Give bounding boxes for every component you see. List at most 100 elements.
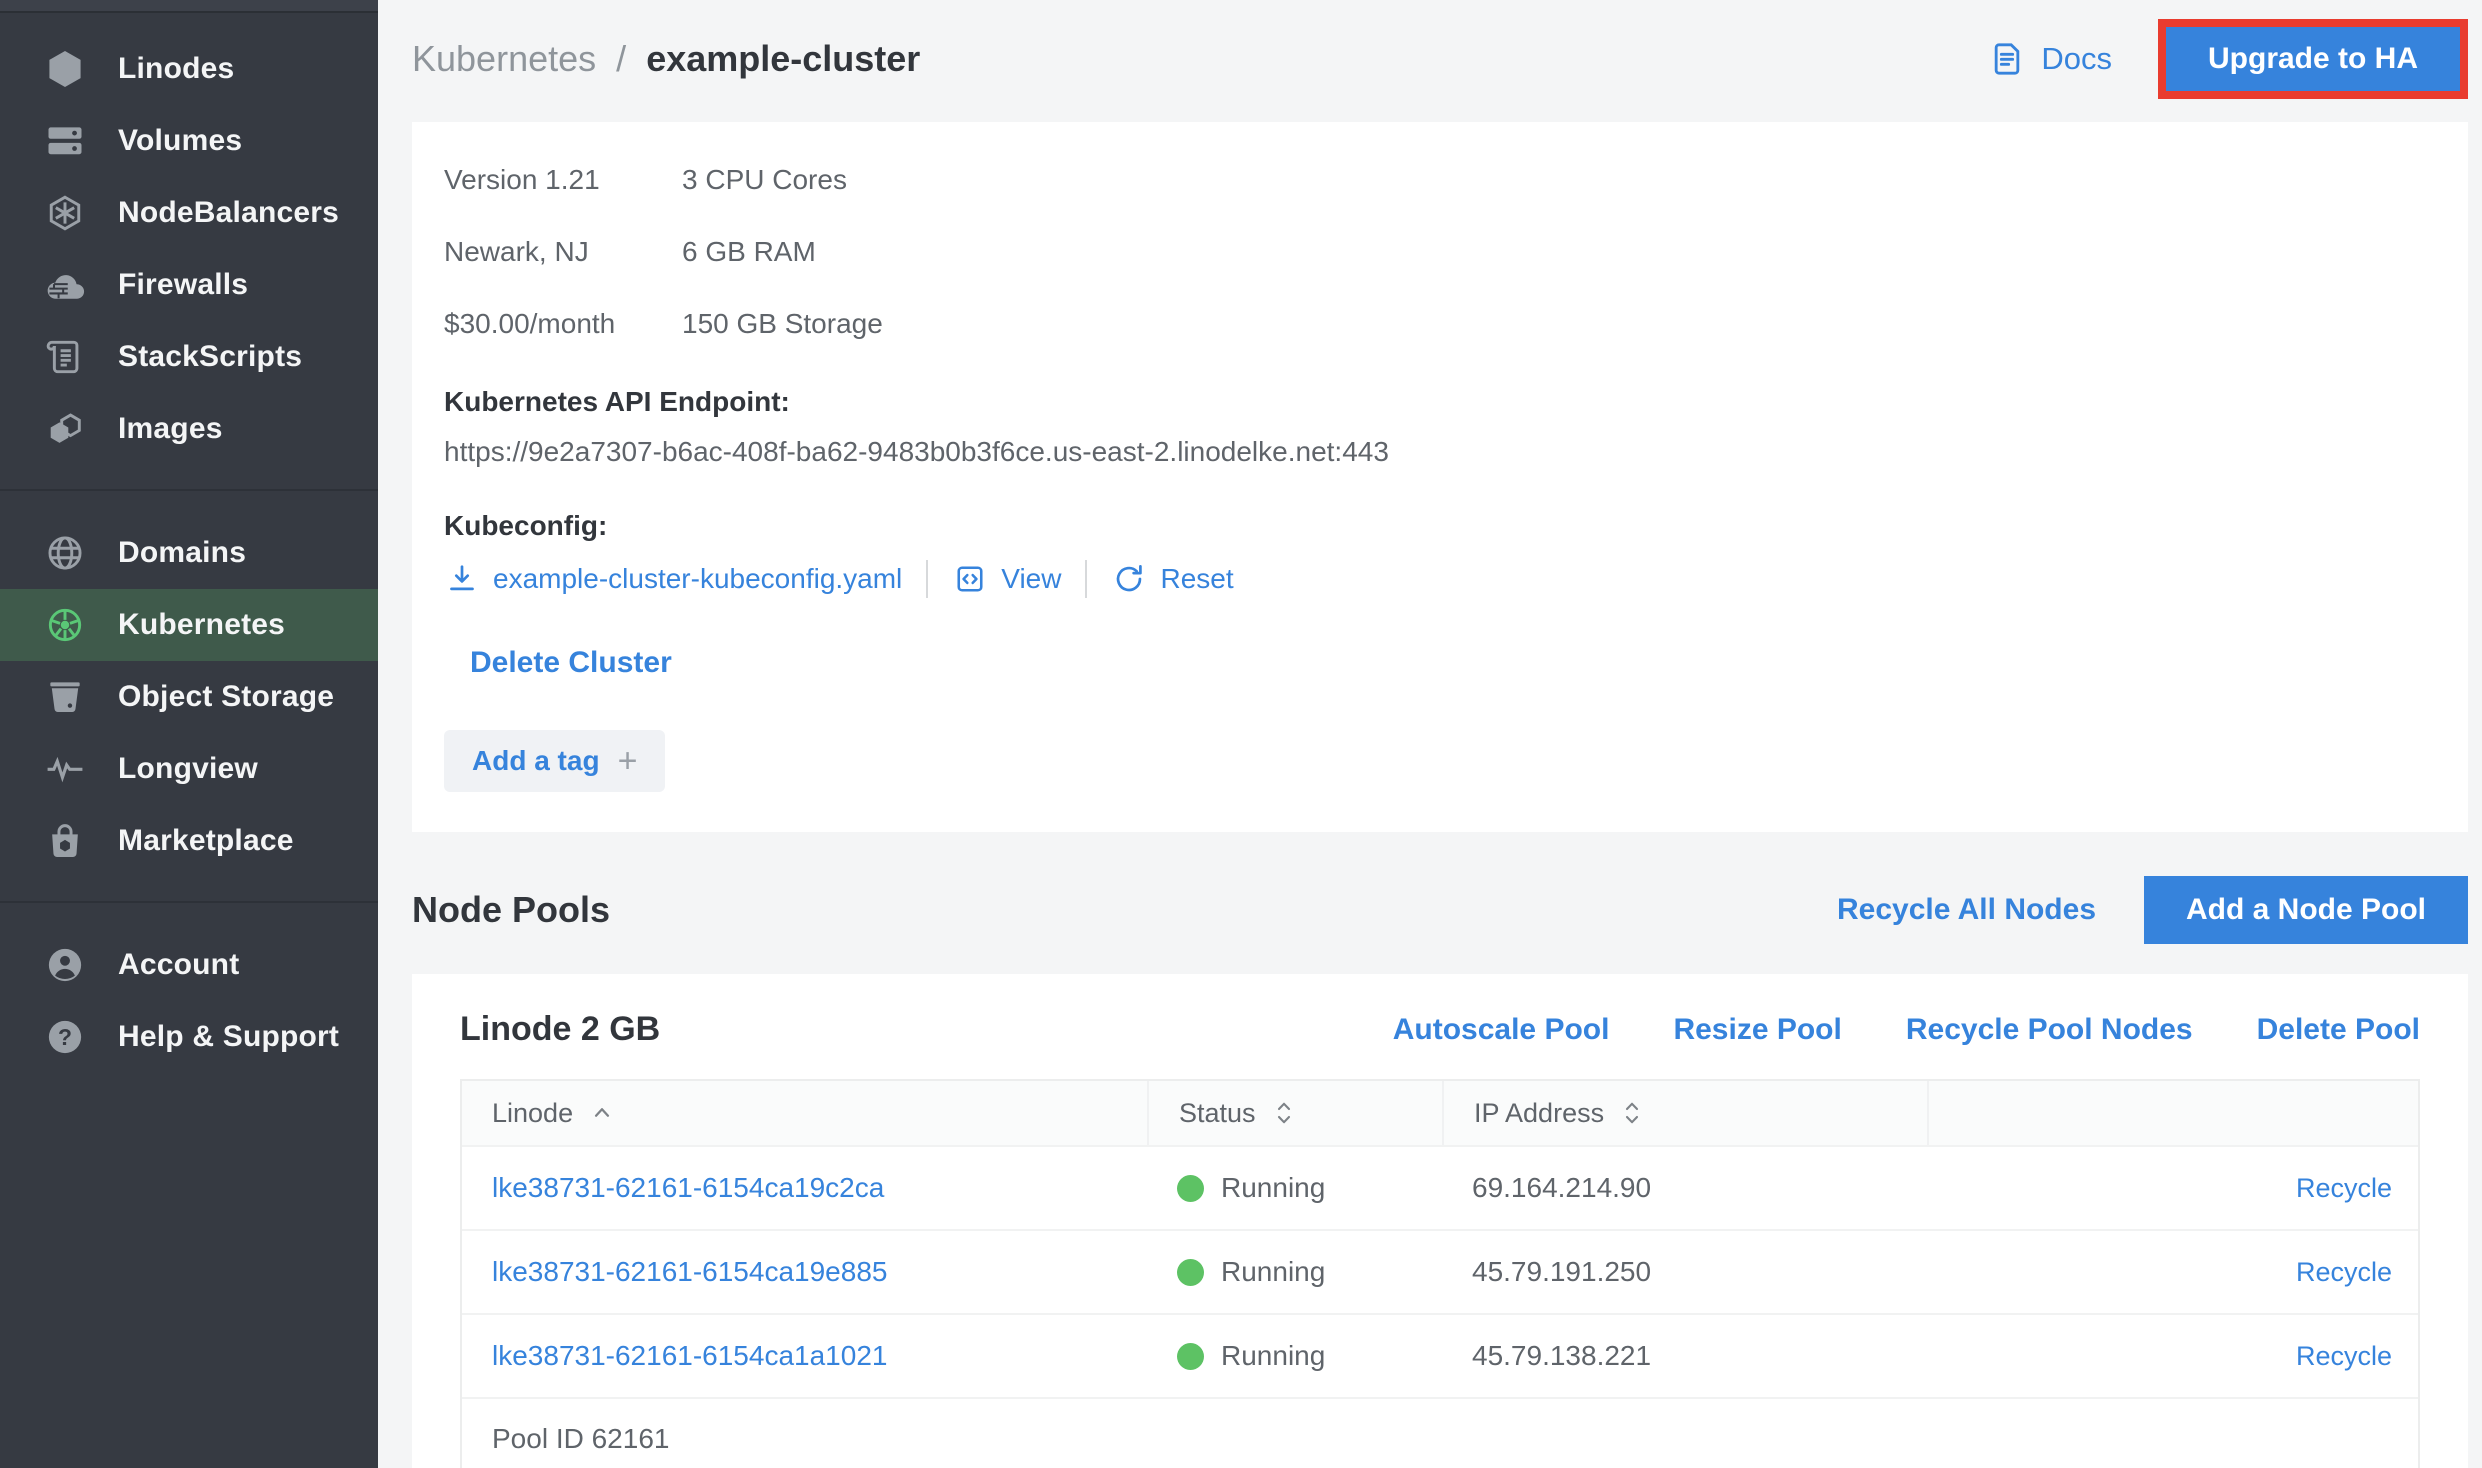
reset-kubeconfig-link[interactable]: Reset [1111,561,1233,597]
breadcrumb-kubernetes-link[interactable]: Kubernetes [412,38,596,79]
table-header-row: Linode Status IP Address [462,1081,2418,1145]
sidebar-item-object-storage[interactable]: Object Storage [0,661,378,733]
node-pools-title: Node Pools [412,889,1837,931]
breadcrumb: Kubernetes / example-cluster [412,38,920,80]
help-icon: ? [42,1014,88,1060]
kubeconfig-download-link[interactable]: example-cluster-kubeconfig.yaml [444,561,902,597]
sidebar-item-domains[interactable]: Domains [0,517,378,589]
object-storage-icon [42,674,88,720]
sidebar-divider [0,901,378,903]
upgrade-to-ha-button[interactable]: Upgrade to HA [2166,27,2460,91]
sidebar-item-account[interactable]: Account [0,929,378,1001]
sidebar-item-nodebalancers[interactable]: NodeBalancers [0,177,378,249]
volumes-icon [42,118,88,164]
recycle-all-nodes-link[interactable]: Recycle All Nodes [1837,893,2096,927]
sort-both-icon [1620,1097,1644,1129]
sidebar-item-stackscripts[interactable]: StackScripts [0,321,378,393]
sidebar-item-help-support[interactable]: ? Help & Support [0,1001,378,1073]
cluster-cpu: 3 CPU Cores [682,164,2432,196]
autoscale-pool-link[interactable]: Autoscale Pool [1393,1013,1610,1047]
domains-icon [42,530,88,576]
status-cell: Running [1147,1340,1442,1372]
sidebar-item-label: Domains [118,536,246,570]
recycle-node-link[interactable]: Recycle [2296,1341,2392,1371]
header-actions: Docs Upgrade to HA [1987,19,2468,99]
stackscripts-icon [42,334,88,380]
kubeconfig-block: Kubeconfig: example-cluster-kubeconfig.y… [444,510,2432,598]
linode-cloud-manager: Linodes Volumes NodeBalancers Firewalls [0,0,2482,1468]
pool-name: Linode 2 GB [460,1010,1329,1049]
sidebar-item-label: Linodes [118,52,234,86]
column-header-ip-address[interactable]: IP Address [1442,1081,1927,1145]
linode-node-link[interactable]: lke38731-62161-6154ca19e885 [492,1256,887,1287]
sidebar-item-label: Kubernetes [118,608,285,642]
pool-header: Linode 2 GB Autoscale Pool Resize Pool R… [460,1010,2420,1049]
sidebar-item-label: StackScripts [118,340,302,374]
delete-pool-link[interactable]: Delete Pool [2257,1013,2420,1047]
docs-icon [1987,39,2027,79]
kubernetes-icon [42,602,88,648]
sidebar-divider [0,489,378,491]
sidebar-top-strip [0,0,378,13]
status-badge: Running [1221,1256,1325,1288]
cluster-region: Newark, NJ [444,236,682,268]
recycle-pool-nodes-link[interactable]: Recycle Pool Nodes [1906,1013,2193,1047]
download-icon [444,561,480,597]
cluster-version: Version 1.21 [444,164,682,196]
recycle-node-link[interactable]: Recycle [2296,1257,2392,1287]
code-view-icon [952,561,988,597]
sidebar-item-images[interactable]: Images [0,393,378,465]
column-header-linode[interactable]: Linode [462,1081,1147,1145]
marketplace-icon [42,818,88,864]
longview-icon [42,746,88,792]
page-title: example-cluster [646,38,920,79]
resize-pool-link[interactable]: Resize Pool [1673,1013,1841,1047]
status-badge: Running [1221,1340,1325,1372]
firewalls-icon [42,262,88,308]
sidebar-item-kubernetes[interactable]: Kubernetes [0,589,378,661]
sidebar-item-longview[interactable]: Longview [0,733,378,805]
reset-label: Reset [1160,563,1233,595]
column-header-status[interactable]: Status [1147,1081,1442,1145]
sidebar-group-compute: Linodes Volumes NodeBalancers Firewalls [0,13,378,483]
sidebar-item-linodes[interactable]: Linodes [0,33,378,105]
pool-id-row: Pool ID 62161 [462,1397,2418,1468]
add-node-pool-button[interactable]: Add a Node Pool [2144,876,2468,944]
add-tag-button[interactable]: Add a tag + [444,730,665,792]
column-header-actions [1927,1081,2418,1145]
breadcrumb-separator: / [616,38,626,79]
table-row: lke38731-62161-6154ca19c2ca Running 69.1… [462,1145,2418,1229]
sidebar-item-firewalls[interactable]: Firewalls [0,249,378,321]
docs-label: Docs [2041,41,2112,77]
linode-node-link[interactable]: lke38731-62161-6154ca1a1021 [492,1340,887,1371]
sort-ascending-icon [589,1100,615,1126]
recycle-node-link[interactable]: Recycle [2296,1173,2392,1203]
pool-id: Pool ID 62161 [492,1423,669,1455]
sidebar-item-label: Longview [118,752,258,786]
nodebalancers-icon [42,190,88,236]
view-label: View [1001,563,1061,595]
sidebar-item-label: Account [118,948,239,982]
status-cell: Running [1147,1172,1442,1204]
sidebar-item-marketplace[interactable]: Marketplace [0,805,378,877]
ip-address: 45.79.138.221 [1472,1340,1651,1371]
node-pools-bar: Node Pools Recycle All Nodes Add a Node … [412,876,2468,944]
sidebar-item-volumes[interactable]: Volumes [0,105,378,177]
status-running-dot [1177,1259,1204,1286]
pool-actions: Autoscale Pool Resize Pool Recycle Pool … [1329,1013,2420,1047]
delete-cluster-link[interactable]: Delete Cluster [470,646,672,680]
sidebar-group-services: Domains Kubernetes Object Storage Longvi… [0,497,378,895]
sidebar-item-label: Firewalls [118,268,248,302]
tags-row: Add a tag + [444,680,2432,792]
status-cell: Running [1147,1256,1442,1288]
cluster-summary-card: Version 1.21 3 CPU Cores Newark, NJ 6 GB… [412,122,2468,832]
add-tag-label: Add a tag [472,745,600,777]
cluster-ram: 6 GB RAM [682,236,2432,268]
cluster-price: $30.00/month [444,308,682,340]
docs-link[interactable]: Docs [1987,39,2112,79]
linode-node-link[interactable]: lke38731-62161-6154ca19c2ca [492,1172,884,1203]
svg-text:?: ? [58,1024,72,1050]
table-row: lke38731-62161-6154ca19e885 Running 45.7… [462,1229,2418,1313]
sidebar-item-label: Marketplace [118,824,294,858]
view-kubeconfig-link[interactable]: View [952,561,1061,597]
